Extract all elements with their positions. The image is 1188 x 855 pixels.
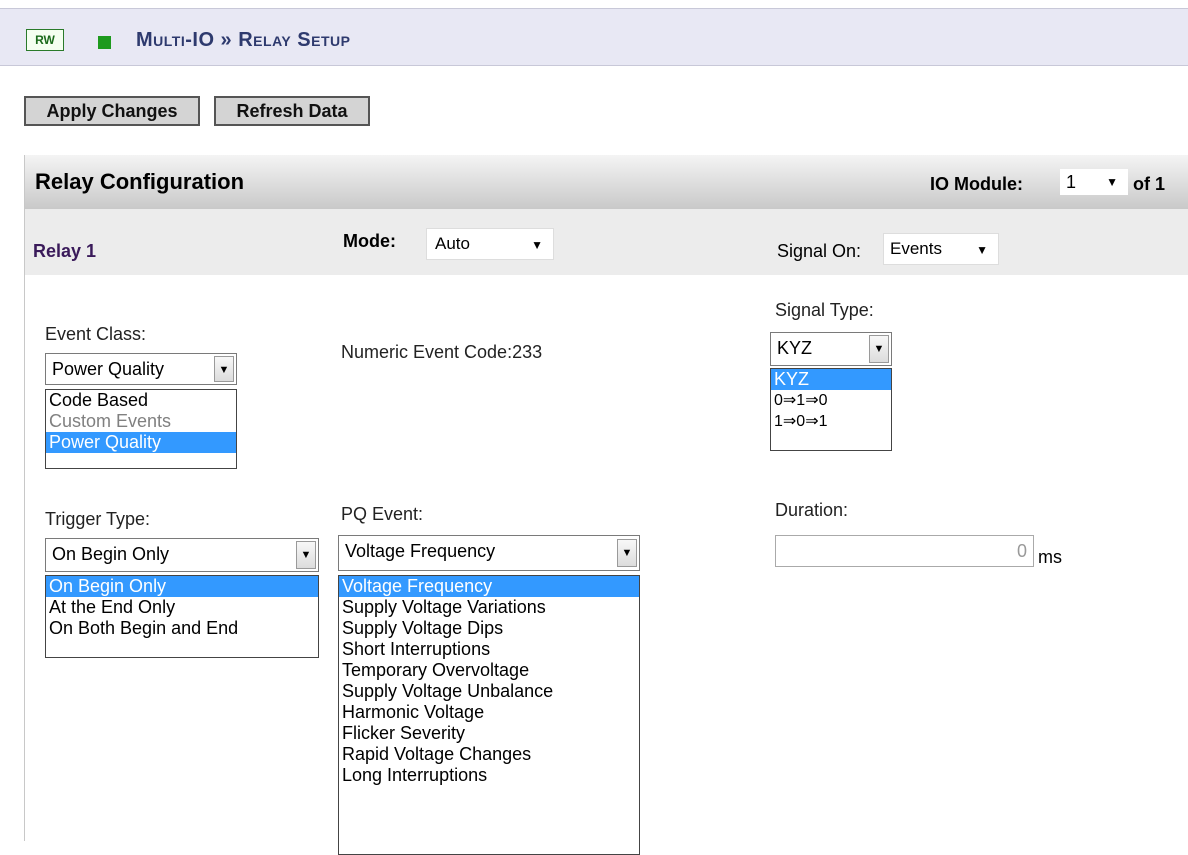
status-square-icon	[98, 36, 111, 49]
pq-event-label: PQ Event:	[341, 504, 424, 524]
header-bar: RW Multi-IO » Relay Setup	[0, 8, 1188, 66]
duration-input[interactable]: 0	[775, 535, 1034, 567]
trigger-type-select[interactable]: On Begin Only ▼	[45, 538, 319, 572]
relay-row: Relay 1 Mode: Auto ▼ Signal On: Events ▼	[25, 209, 1188, 275]
panel-title: Relay Configuration	[35, 169, 245, 194]
list-item[interactable]: Long Interruptions	[339, 765, 639, 786]
mode-label: Mode:	[343, 231, 396, 251]
rw-badge: RW	[26, 29, 64, 51]
mode-value: Auto	[435, 234, 470, 253]
apply-changes-button[interactable]: Apply Changes	[24, 96, 200, 126]
signal-type-label: Signal Type:	[775, 300, 874, 320]
chevron-down-icon: ▼	[531, 238, 543, 252]
relay-configuration-panel: Relay Configuration IO Module: 1 ▼ of 1 …	[24, 155, 1188, 855]
numeric-event-code: Numeric Event Code:233	[341, 342, 543, 362]
list-item[interactable]: Flicker Severity	[339, 723, 639, 744]
chevron-down-icon: ▼	[1106, 175, 1118, 189]
list-item[interactable]: Supply Voltage Dips	[339, 618, 639, 639]
list-item[interactable]: Short Interruptions	[339, 639, 639, 660]
signal-type-select[interactable]: KYZ ▼	[770, 332, 892, 366]
page-title: Multi-IO » Relay Setup	[136, 29, 351, 51]
duration-label: Duration:	[775, 500, 849, 520]
pq-event-value: Voltage Frequency	[345, 541, 496, 561]
event-class-dropdown-list: Code Based Custom Events Power Quality	[45, 389, 237, 469]
io-module-value: 1	[1066, 172, 1077, 192]
list-item[interactable]: Harmonic Voltage	[339, 702, 639, 723]
chevron-down-icon[interactable]: ▼	[617, 539, 637, 567]
list-item[interactable]: Supply Voltage Variations	[339, 597, 639, 618]
mode-select[interactable]: Auto ▼	[426, 228, 554, 260]
io-module-total: of 1	[1133, 174, 1166, 194]
event-class-value: Power Quality	[52, 359, 165, 379]
io-module-label: IO Module:	[930, 174, 1023, 194]
list-item[interactable]: 1⇒0⇒1	[771, 411, 891, 432]
trigger-type-value: On Begin Only	[52, 544, 170, 564]
chevron-down-icon[interactable]: ▼	[869, 335, 889, 363]
list-item[interactable]: Custom Events	[46, 411, 236, 432]
list-item[interactable]: 0⇒1⇒0	[771, 390, 891, 411]
signal-on-select[interactable]: Events ▼	[883, 233, 999, 265]
signal-type-dropdown-list: KYZ 0⇒1⇒0 1⇒0⇒1	[770, 368, 892, 451]
panel-header: Relay Configuration IO Module: 1 ▼ of 1	[25, 155, 1188, 209]
list-item[interactable]: Power Quality	[46, 432, 236, 453]
signal-on-value: Events	[890, 239, 942, 258]
list-item[interactable]: Voltage Frequency	[339, 576, 639, 597]
event-class-label: Event Class:	[45, 324, 147, 344]
pq-event-select[interactable]: Voltage Frequency ▼	[338, 535, 640, 571]
chevron-down-icon: ▼	[976, 243, 988, 257]
list-item[interactable]: Code Based	[46, 390, 236, 411]
relay-name: Relay 1	[33, 241, 97, 261]
list-item[interactable]: Temporary Overvoltage	[339, 660, 639, 681]
list-item[interactable]: Rapid Voltage Changes	[339, 744, 639, 765]
chevron-down-icon[interactable]: ▼	[296, 541, 316, 569]
event-class-select[interactable]: Power Quality ▼	[45, 353, 237, 385]
list-item[interactable]: Supply Voltage Unbalance	[339, 681, 639, 702]
list-item[interactable]: On Both Begin and End	[46, 618, 318, 639]
trigger-type-dropdown-list: On Begin Only At the End Only On Both Be…	[45, 575, 319, 658]
io-module-select[interactable]: 1 ▼	[1060, 169, 1128, 195]
list-item[interactable]: At the End Only	[46, 597, 318, 618]
pq-event-dropdown-list: Voltage Frequency Supply Voltage Variati…	[338, 575, 640, 855]
signal-on-label: Signal On:	[777, 241, 862, 261]
list-item[interactable]: On Begin Only	[46, 576, 318, 597]
duration-unit: ms	[1038, 547, 1062, 567]
trigger-type-label: Trigger Type:	[45, 509, 151, 529]
signal-type-value: KYZ	[777, 338, 813, 358]
list-item[interactable]: KYZ	[771, 369, 891, 390]
chevron-down-icon[interactable]: ▼	[214, 356, 234, 382]
refresh-data-button[interactable]: Refresh Data	[214, 96, 370, 126]
